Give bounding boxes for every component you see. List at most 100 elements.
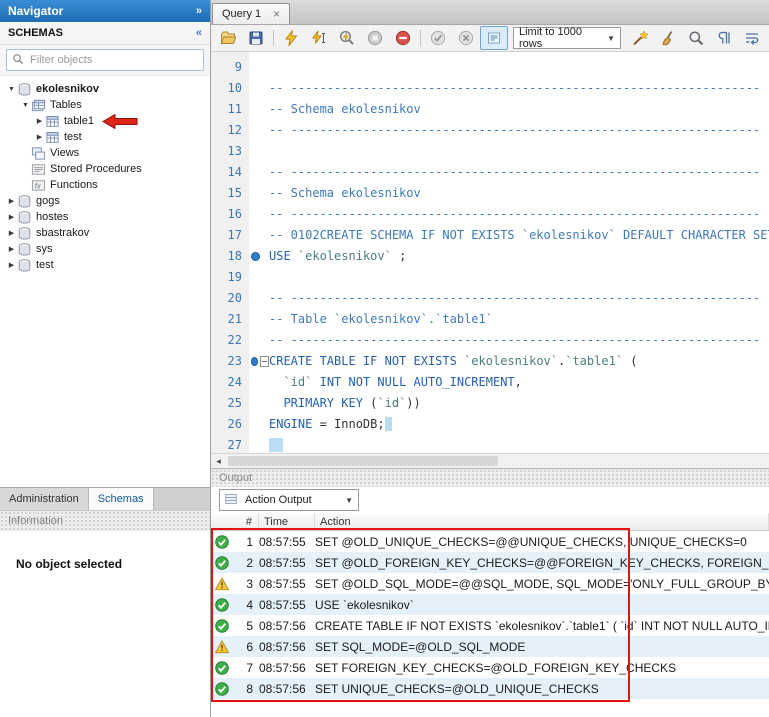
output-row[interactable]: 408:57:55USE `ekolesnikov`: [211, 594, 769, 615]
sidebar-tabs: AdministrationSchemas: [0, 487, 210, 510]
tree-item-table1[interactable]: ▶table1: [0, 113, 210, 129]
tree-item-ekolesnikov[interactable]: ▼ekolesnikov: [0, 81, 210, 97]
column-action[interactable]: Action: [315, 513, 769, 530]
expanded-icon[interactable]: ▼: [20, 102, 31, 109]
editor-line[interactable]: 14-- -----------------------------------…: [211, 162, 769, 183]
row-action: SET FOREIGN_KEY_CHECKS=@OLD_FOREIGN_KEY_…: [315, 661, 769, 675]
column-status[interactable]: [211, 513, 233, 530]
collapsed-icon[interactable]: ▶: [6, 229, 17, 237]
column-index[interactable]: #: [233, 513, 259, 530]
tree-item-views[interactable]: Views: [0, 145, 210, 161]
rollback-icon[interactable]: [452, 26, 480, 50]
execute-script-icon[interactable]: [277, 26, 305, 50]
editor-line[interactable]: 23CREATE TABLE IF NOT EXISTS `ekolesniko…: [211, 351, 769, 372]
editor-line[interactable]: 18USE `ekolesnikov` ;: [211, 246, 769, 267]
output-header-label: Output: [219, 472, 252, 484]
tree-item-functions[interactable]: fxFunctions: [0, 177, 210, 193]
tree-item-sbastrakov[interactable]: ▶sbastrakov: [0, 225, 210, 241]
tree-item-hostes[interactable]: ▶hostes: [0, 209, 210, 225]
output-row[interactable]: 808:57:56SET UNIQUE_CHECKS=@OLD_UNIQUE_C…: [211, 678, 769, 699]
scrollbar-thumb[interactable]: [228, 456, 498, 466]
code-text: USE `ekolesnikov` ;: [269, 246, 406, 267]
line-number: 24: [211, 372, 249, 393]
panel-menu-icon[interactable]: »: [196, 5, 202, 17]
toolbar-right-group: [626, 26, 766, 50]
editor-line[interactable]: 13: [211, 141, 769, 162]
editor-line[interactable]: 15-- Schema ekolesnikov: [211, 183, 769, 204]
filter-box[interactable]: [6, 49, 204, 71]
row-index: 5: [233, 619, 259, 633]
editor-horizontal-scrollbar[interactable]: ◂: [211, 453, 769, 468]
execute-current-statement-icon[interactable]: [305, 26, 333, 50]
expanded-icon[interactable]: ▼: [6, 86, 17, 93]
information-section-header: Information: [0, 510, 210, 531]
schema-icon: [17, 82, 32, 97]
open-script-icon[interactable]: [214, 26, 242, 50]
editor-line[interactable]: 24 `id` INT NOT NULL AUTO_INCREMENT,: [211, 372, 769, 393]
tree-item-sys[interactable]: ▶sys: [0, 241, 210, 257]
stop-icon[interactable]: [361, 26, 389, 50]
output-row[interactable]: 108:57:55SET @OLD_UNIQUE_CHECKS=@@UNIQUE…: [211, 531, 769, 552]
row-time: 08:57:55: [259, 598, 315, 612]
beautify-icon[interactable]: [626, 26, 654, 50]
editor-line[interactable]: 20-- -----------------------------------…: [211, 288, 769, 309]
editor-line[interactable]: 17-- 0102CREATE SCHEMA IF NOT EXISTS `ek…: [211, 225, 769, 246]
invisible-characters-icon[interactable]: [710, 26, 738, 50]
find-icon[interactable]: [682, 26, 710, 50]
editor-line[interactable]: 27: [211, 435, 769, 453]
collapsed-icon[interactable]: ▶: [34, 133, 45, 141]
query-tab[interactable]: Query 1 ×: [212, 3, 290, 24]
sidebar-tab-schemas[interactable]: Schemas: [89, 488, 154, 510]
output-row[interactable]: 208:57:55SET @OLD_FOREIGN_KEY_CHECKS=@@F…: [211, 552, 769, 573]
column-time[interactable]: Time: [259, 513, 315, 530]
collapsed-icon[interactable]: ▶: [6, 261, 17, 269]
output-row[interactable]: 508:57:56CREATE TABLE IF NOT EXISTS `eko…: [211, 615, 769, 636]
editor-line[interactable]: 21-- Table `ekolesnikov`.`table1`: [211, 309, 769, 330]
explain-statement-icon[interactable]: [333, 26, 361, 50]
close-tab-icon[interactable]: ×: [273, 8, 280, 20]
editor-line[interactable]: 12-- -----------------------------------…: [211, 120, 769, 141]
output-row[interactable]: 708:57:56SET FOREIGN_KEY_CHECKS=@OLD_FOR…: [211, 657, 769, 678]
collapsed-icon[interactable]: ▶: [34, 117, 45, 125]
wrap-text-icon[interactable]: [738, 26, 766, 50]
editor-line[interactable]: 22 -- -----------------------------------…: [211, 330, 769, 351]
filter-input[interactable]: [28, 53, 198, 67]
tree-item-label: Tables: [50, 99, 82, 111]
fold-collapse-icon[interactable]: [260, 356, 269, 367]
stop-on-error-toggle-icon[interactable]: [389, 26, 417, 50]
editor-line[interactable]: 9: [211, 57, 769, 78]
editor-line[interactable]: 10-- -----------------------------------…: [211, 78, 769, 99]
autocommit-toggle-icon[interactable]: [480, 26, 508, 50]
editor-line[interactable]: 16-- -----------------------------------…: [211, 204, 769, 225]
output-row[interactable]: 608:57:56SET SQL_MODE=@OLD_SQL_MODE: [211, 636, 769, 657]
line-markers: [249, 204, 269, 225]
limit-rows-dropdown[interactable]: Limit to 1000 rows ▼: [513, 27, 621, 49]
collapsed-icon[interactable]: ▶: [6, 197, 17, 205]
sidebar-tab-administration[interactable]: Administration: [0, 488, 89, 510]
output-row[interactable]: 308:57:55SET @OLD_SQL_MODE=@@SQL_MODE, S…: [211, 573, 769, 594]
clear-icon[interactable]: [654, 26, 682, 50]
tree-item-stored-procedures[interactable]: Stored Procedures: [0, 161, 210, 177]
commit-icon[interactable]: [424, 26, 452, 50]
row-index: 6: [233, 640, 259, 654]
line-number: 22: [211, 330, 249, 351]
collapsed-icon[interactable]: ▶: [6, 213, 17, 221]
save-script-icon[interactable]: [242, 26, 270, 50]
schema-icon: [17, 226, 32, 241]
editor-line[interactable]: 26ENGINE = InnoDB;: [211, 414, 769, 435]
line-number: 15: [211, 183, 249, 204]
sql-editor[interactable]: 910-- ----------------------------------…: [211, 52, 769, 453]
collapsed-icon[interactable]: ▶: [6, 245, 17, 253]
tree-item-tables[interactable]: ▼ Tables: [0, 97, 210, 113]
editor-line[interactable]: 11-- Schema ekolesnikov: [211, 99, 769, 120]
tree-item-test[interactable]: ▶test: [0, 129, 210, 145]
line-markers: [249, 246, 269, 267]
editor-line[interactable]: 25 PRIMARY KEY (`id`)): [211, 393, 769, 414]
collapse-schemas-icon[interactable]: «: [196, 27, 202, 39]
code-text: -- -------------------------------------…: [269, 330, 760, 351]
scroll-left-icon[interactable]: ◂: [211, 454, 226, 468]
tree-item-gogs[interactable]: ▶gogs: [0, 193, 210, 209]
tree-item-test[interactable]: ▶test: [0, 257, 210, 273]
editor-line[interactable]: 19: [211, 267, 769, 288]
output-view-dropdown[interactable]: Action Output ▼: [219, 489, 359, 511]
